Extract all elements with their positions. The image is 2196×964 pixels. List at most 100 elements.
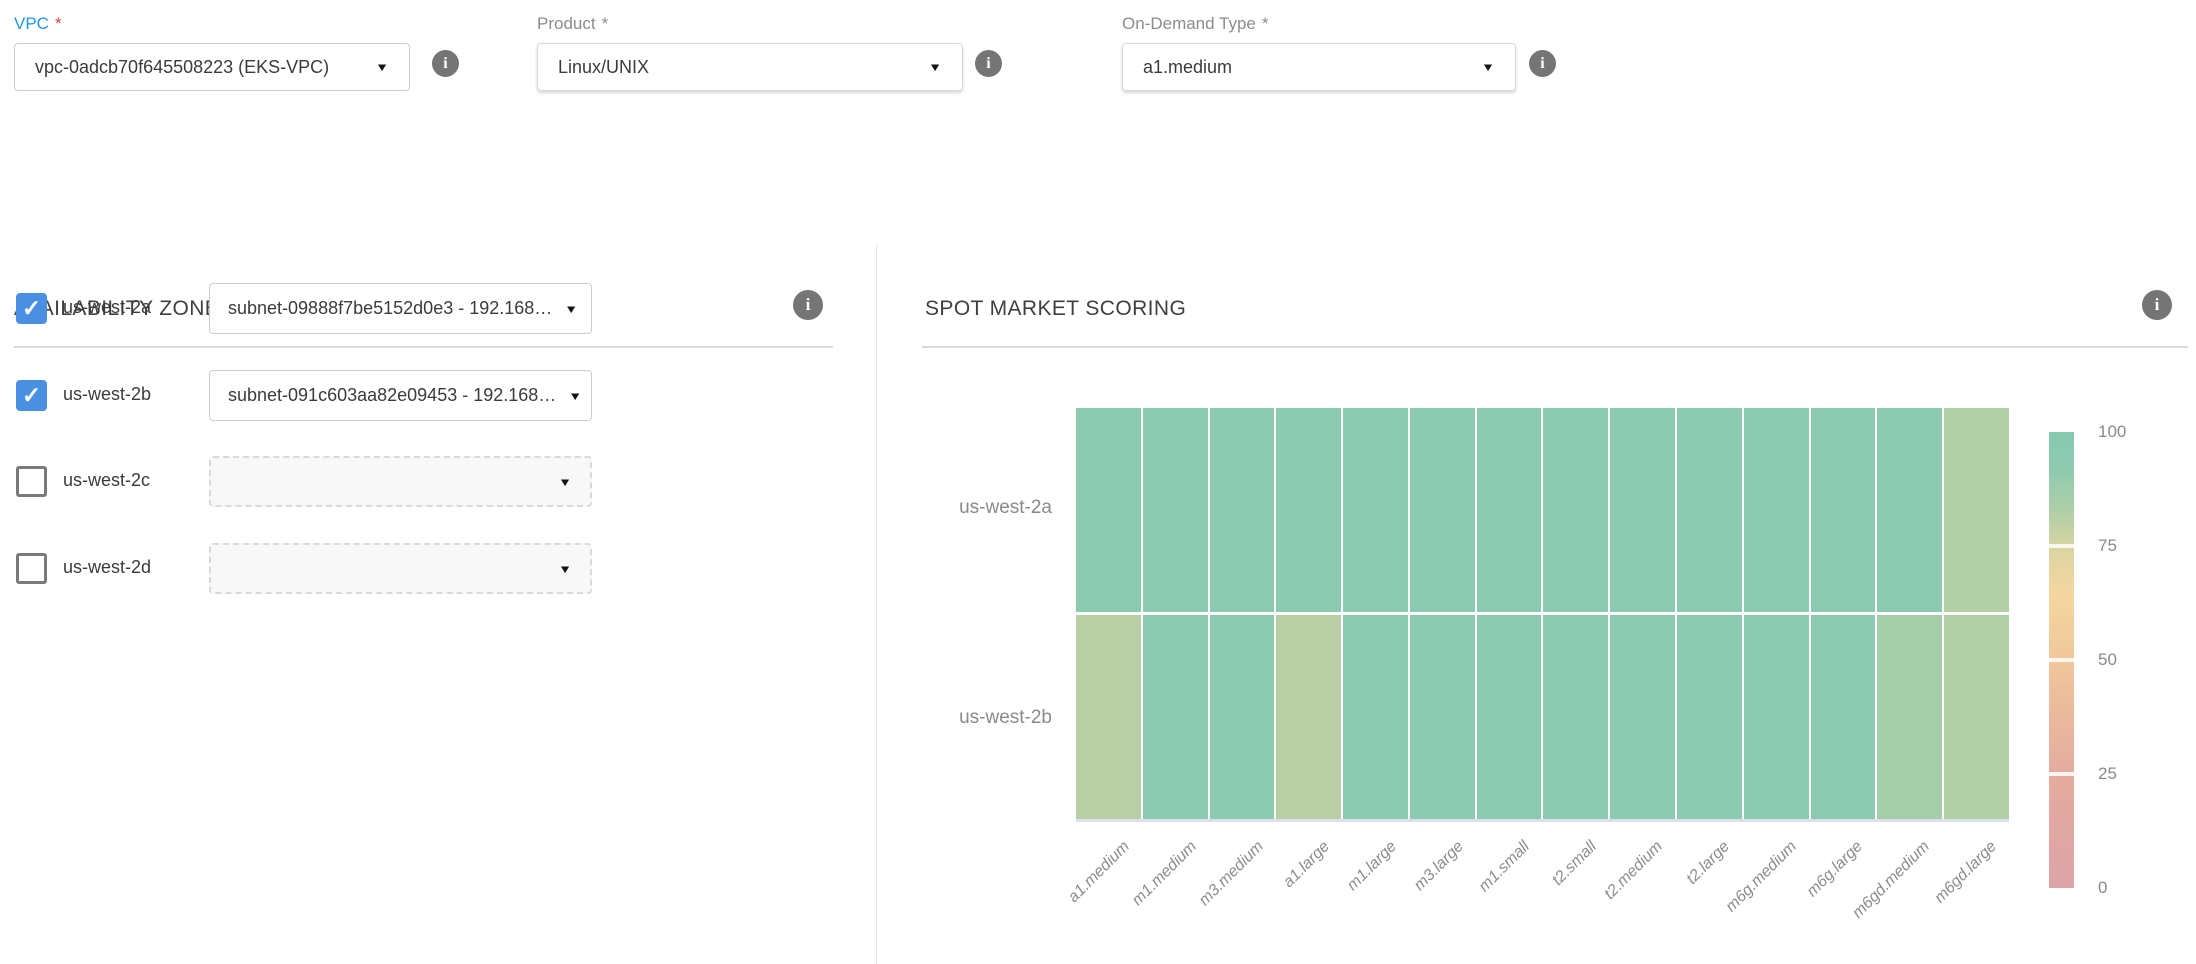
az-row-us-west-2b: ✓ us-west-2b subnet-091c603aa82e09453 - …: [14, 370, 834, 421]
heatmap-row-label-us-west-2a: us-west-2a: [832, 496, 1052, 520]
chevron-down-icon: ▼: [568, 389, 582, 402]
subnet-select-us-west-2a[interactable]: subnet-09888f7be5152d0e3 - 192.168… ▼: [209, 283, 592, 334]
heatmap-cell-us-west-2a-m3.medium: [1210, 408, 1275, 612]
heatmap-x-label-m3.medium: m3.medium: [1134, 838, 1267, 964]
az-zone-label: us-west-2c: [63, 470, 150, 491]
heatmap-cell-us-west-2a-m1.medium: [1143, 408, 1208, 612]
vpc-field-group: VPC * vpc-0adcb70f645508223 (EKS-VPC) ▼: [14, 14, 410, 91]
heatmap-cell-us-west-2b-m6g.large: [1811, 615, 1876, 819]
info-glyph: i: [1540, 55, 1544, 73]
heatmap-x-label-m6gd.medium: m6gd.medium: [1801, 838, 1934, 964]
vpc-label-text: VPC: [14, 14, 49, 34]
on-demand-type-label: On-Demand Type *: [1122, 14, 1516, 34]
spot-market-scoring-info-icon[interactable]: i: [2142, 290, 2172, 320]
heatmap-cell-us-west-2b-t2.medium: [1610, 615, 1675, 819]
heatmap-cell-us-west-2a-t2.medium: [1610, 408, 1675, 612]
required-asterisk: *: [1262, 14, 1269, 34]
heatmap-cell-us-west-2a-m6g.medium: [1744, 408, 1809, 612]
heatmap-cell-us-west-2a-m6gd.large: [1944, 408, 2009, 612]
subnet-select-us-west-2c: ▼: [209, 456, 592, 507]
heatmap-x-label-m6g.large: m6g.large: [1734, 838, 1867, 964]
heatmap-x-label-m3.large: m3.large: [1334, 838, 1467, 964]
heatmap-x-label-m1.medium: m1.medium: [1068, 838, 1201, 964]
heatmap-cell-us-west-2a-m1.large: [1343, 408, 1408, 612]
heatmap-x-label-m1.small: m1.small: [1401, 838, 1534, 964]
heatmap-cell-us-west-2a-m3.large: [1410, 408, 1475, 612]
color-scale-label-50: 50: [2098, 648, 2168, 672]
az-zone-label: us-west-2b: [63, 384, 151, 405]
vpc-select[interactable]: vpc-0adcb70f645508223 (EKS-VPC) ▼: [14, 43, 410, 91]
heatmap-cell-us-west-2a-a1.large: [1276, 408, 1341, 612]
on-demand-type-select-value: a1.medium: [1143, 57, 1232, 78]
heatmap-x-label-a1.medium: a1.medium: [1001, 838, 1134, 964]
color-scale-tick: [2049, 658, 2074, 662]
color-scale-label-25: 25: [2098, 762, 2168, 786]
az-checkbox-us-west-2c[interactable]: ✓: [16, 466, 47, 497]
heatmap-x-label-t2.large: t2.large: [1601, 838, 1734, 964]
heatmap-x-label-m6g.medium: m6g.medium: [1668, 838, 1801, 964]
spot-cluster-config-screen: VPC * vpc-0adcb70f645508223 (EKS-VPC) ▼ i…: [0, 0, 2196, 964]
info-glyph: i: [986, 55, 990, 73]
on-demand-type-label-text: On-Demand Type: [1122, 14, 1256, 34]
heatmap-cell-us-west-2b-m1.small: [1477, 615, 1542, 819]
az-zone-label: us-west-2a: [63, 297, 151, 318]
az-checkbox-us-west-2b[interactable]: ✓: [16, 380, 47, 411]
heatmap-cell-us-west-2b-m3.medium: [1210, 615, 1275, 819]
info-glyph: i: [2155, 295, 2160, 315]
heatmap-cell-us-west-2b-a1.large: [1276, 615, 1341, 819]
chevron-down-icon: ▼: [558, 562, 572, 575]
color-scale-tick: [2049, 772, 2074, 776]
product-label-text: Product: [537, 14, 596, 34]
availability-zones-divider: [14, 346, 833, 348]
heatmap-cell-us-west-2a-m6g.large: [1811, 408, 1876, 612]
heatmap-cell-us-west-2a-m1.small: [1477, 408, 1542, 612]
required-asterisk: *: [602, 14, 609, 34]
heatmap-x-label-t2.small: t2.small: [1468, 838, 1601, 964]
vpc-select-value: vpc-0adcb70f645508223 (EKS-VPC): [35, 57, 329, 78]
on-demand-type-select[interactable]: a1.medium ▼: [1122, 43, 1516, 91]
az-checkbox-us-west-2a[interactable]: ✓: [16, 293, 47, 324]
spot-market-scoring-title: SPOT MARKET SCORING: [925, 297, 1186, 321]
az-checkbox-us-west-2d[interactable]: ✓: [16, 553, 47, 584]
heatmap-cell-us-west-2b-m6gd.large: [1944, 615, 2009, 819]
on-demand-type-field-group: On-Demand Type * a1.medium ▼: [1122, 14, 1516, 91]
heatmap-cell-us-west-2a-a1.medium: [1076, 408, 1141, 612]
color-scale-label-75: 75: [2098, 534, 2168, 558]
product-label: Product *: [537, 14, 963, 34]
heatmap-cell-us-west-2b-m6g.medium: [1744, 615, 1809, 819]
heatmap-cell-us-west-2b-m1.medium: [1143, 615, 1208, 819]
on-demand-type-info-icon[interactable]: i: [1529, 50, 1556, 77]
subnet-select-value: subnet-09888f7be5152d0e3 - 192.168…: [228, 298, 552, 319]
heatmap-x-label-t2.medium: t2.medium: [1534, 838, 1667, 964]
product-select[interactable]: Linux/UNIX ▼: [537, 43, 963, 91]
heatmap-cell-us-west-2b-a1.medium: [1076, 615, 1141, 819]
product-select-value: Linux/UNIX: [558, 57, 649, 78]
chevron-down-icon: ▼: [375, 60, 389, 73]
panel-divider: [876, 245, 877, 964]
product-info-icon[interactable]: i: [975, 50, 1002, 77]
subnet-select-us-west-2d: ▼: [209, 543, 592, 594]
color-scale-label-0: 0: [2098, 876, 2168, 900]
heatmap-row-label-us-west-2b: us-west-2b: [832, 706, 1052, 730]
heatmap-cell-us-west-2a-m6gd.medium: [1877, 408, 1942, 612]
checkmark-icon: ✓: [22, 384, 41, 407]
info-glyph: i: [443, 55, 447, 73]
heatmap-cell-us-west-2a-t2.small: [1543, 408, 1608, 612]
vpc-info-icon[interactable]: i: [432, 50, 459, 77]
heatmap-cell-us-west-2a-t2.large: [1677, 408, 1742, 612]
heatmap-baseline: [1076, 819, 2009, 822]
checkmark-icon: ✓: [22, 297, 41, 320]
heatmap-cell-us-west-2b-t2.small: [1543, 615, 1608, 819]
chevron-down-icon: ▼: [564, 302, 578, 315]
chevron-down-icon: ▼: [558, 475, 572, 488]
vpc-label: VPC *: [14, 14, 410, 34]
az-row-us-west-2c: ✓ us-west-2c ▼: [14, 456, 834, 507]
heatmap-x-label-m6gd.large: m6gd.large: [1867, 838, 2000, 964]
subnet-select-value: subnet-091c603aa82e09453 - 192.168…: [228, 385, 556, 406]
heatmap-cell-us-west-2b-m1.large: [1343, 615, 1408, 819]
chevron-down-icon: ▼: [1481, 60, 1495, 73]
subnet-select-us-west-2b[interactable]: subnet-091c603aa82e09453 - 192.168… ▼: [209, 370, 592, 421]
heatmap-cell-us-west-2b-m3.large: [1410, 615, 1475, 819]
required-asterisk: *: [55, 14, 62, 34]
spot-market-scoring-divider: [922, 346, 2188, 348]
